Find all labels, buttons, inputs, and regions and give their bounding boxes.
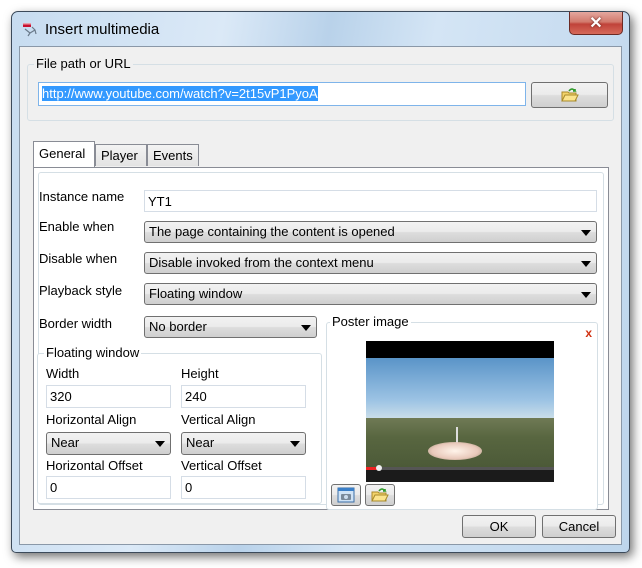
height-value: 240 — [185, 389, 207, 404]
playback-style-value: Floating window — [149, 286, 243, 301]
poster-smoke — [428, 442, 482, 460]
width-label: Width — [46, 366, 80, 381]
horizontal-align-label: Horizontal Align — [46, 412, 137, 427]
close-icon: ✕ — [589, 15, 603, 32]
border-width-value: No border — [149, 319, 207, 334]
floating-window-group-label: Floating window — [44, 345, 142, 360]
tab-events-label: Events — [153, 148, 193, 163]
instance-name-input[interactable]: YT1 — [144, 190, 597, 212]
title-bar[interactable]: Insert multimedia ✕ — [12, 12, 629, 48]
multimedia-app-icon — [23, 23, 37, 37]
horizontal-offset-input[interactable]: 0 — [46, 476, 171, 499]
poster-thumbnail — [366, 341, 554, 482]
vertical-align-value: Near — [186, 435, 215, 450]
remove-poster-icon[interactable]: x — [585, 326, 592, 340]
instance-name-label: Instance name — [39, 189, 125, 204]
poster-sky — [366, 358, 554, 418]
capture-poster-button[interactable] — [331, 484, 361, 506]
folder-open-icon — [560, 88, 579, 102]
vertical-align-label: Vertical Align — [181, 412, 256, 427]
chevron-down-icon — [155, 441, 165, 447]
width-value: 320 — [50, 389, 72, 404]
chevron-down-icon — [290, 441, 300, 447]
ok-button[interactable]: OK — [462, 515, 536, 538]
url-input[interactable]: http://www.youtube.com/watch?v=2t15vP1Py… — [38, 82, 526, 106]
chevron-down-icon — [301, 325, 311, 331]
vertical-offset-label: Vertical Offset — [181, 458, 262, 473]
camera-icon — [337, 487, 355, 503]
video-progress-bar — [366, 465, 554, 471]
file-path-group-label: File path or URL — [34, 56, 133, 71]
tab-general-label: General — [39, 146, 86, 161]
border-width-label: Border width — [39, 316, 112, 331]
disable-when-value: Disable invoked from the context menu — [149, 255, 374, 270]
dialog-client-area: File path or URL http://www.youtube.com/… — [19, 46, 622, 545]
general-tab-panel: Instance name YT1 Enable when The page c… — [33, 167, 609, 510]
tab-events[interactable]: Events — [147, 144, 199, 166]
horizontal-offset-label: Horizontal Offset — [46, 458, 143, 473]
browse-poster-button[interactable] — [365, 484, 395, 506]
url-input-value: http://www.youtube.com/watch?v=2t15vP1Py… — [42, 86, 318, 101]
insert-multimedia-dialog: Insert multimedia ✕ File path or URL htt… — [11, 11, 630, 553]
tab-player[interactable]: Player — [95, 144, 147, 166]
ok-label: OK — [489, 519, 509, 534]
file-path-group: File path or URL http://www.youtube.com/… — [27, 56, 614, 121]
tab-player-label: Player — [101, 148, 138, 163]
general-inner-panel: Instance name YT1 Enable when The page c… — [37, 172, 604, 510]
poster-image-group: Poster image x — [326, 314, 598, 510]
chevron-down-icon — [581, 292, 591, 298]
horizontal-align-value: Near — [51, 435, 80, 450]
chevron-down-icon — [581, 230, 591, 236]
poster-image-group-label: Poster image — [330, 314, 411, 329]
disable-when-select[interactable]: Disable invoked from the context menu — [144, 252, 597, 274]
enable-when-value: The page containing the content is opene… — [149, 224, 395, 239]
cancel-label: Cancel — [558, 519, 600, 534]
instance-name-value: YT1 — [148, 194, 172, 209]
tab-general[interactable]: General — [33, 141, 95, 167]
folder-open-icon — [371, 488, 389, 502]
vertical-align-select[interactable]: Near — [181, 432, 306, 455]
playback-style-label: Playback style — [39, 283, 123, 298]
playback-style-select[interactable]: Floating window — [144, 283, 597, 305]
chevron-down-icon — [581, 261, 591, 267]
browse-file-button[interactable] — [531, 82, 608, 108]
vertical-offset-value: 0 — [185, 480, 193, 495]
cancel-button[interactable]: Cancel — [542, 515, 616, 538]
floating-window-group: Floating window Width 320 Height 240 Hor… — [37, 345, 322, 504]
width-input[interactable]: 320 — [46, 385, 171, 408]
disable-when-label: Disable when — [39, 251, 118, 266]
close-button[interactable]: ✕ — [569, 12, 623, 35]
horizontal-align-select[interactable]: Near — [46, 432, 171, 455]
horizontal-offset-value: 0 — [50, 480, 58, 495]
window-title: Insert multimedia — [45, 21, 160, 38]
vertical-offset-input[interactable]: 0 — [181, 476, 306, 499]
enable-when-label: Enable when — [39, 219, 115, 234]
height-input[interactable]: 240 — [181, 385, 306, 408]
enable-when-select[interactable]: The page containing the content is opene… — [144, 221, 597, 243]
border-width-select[interactable]: No border — [144, 316, 317, 338]
height-label: Height — [181, 366, 219, 381]
